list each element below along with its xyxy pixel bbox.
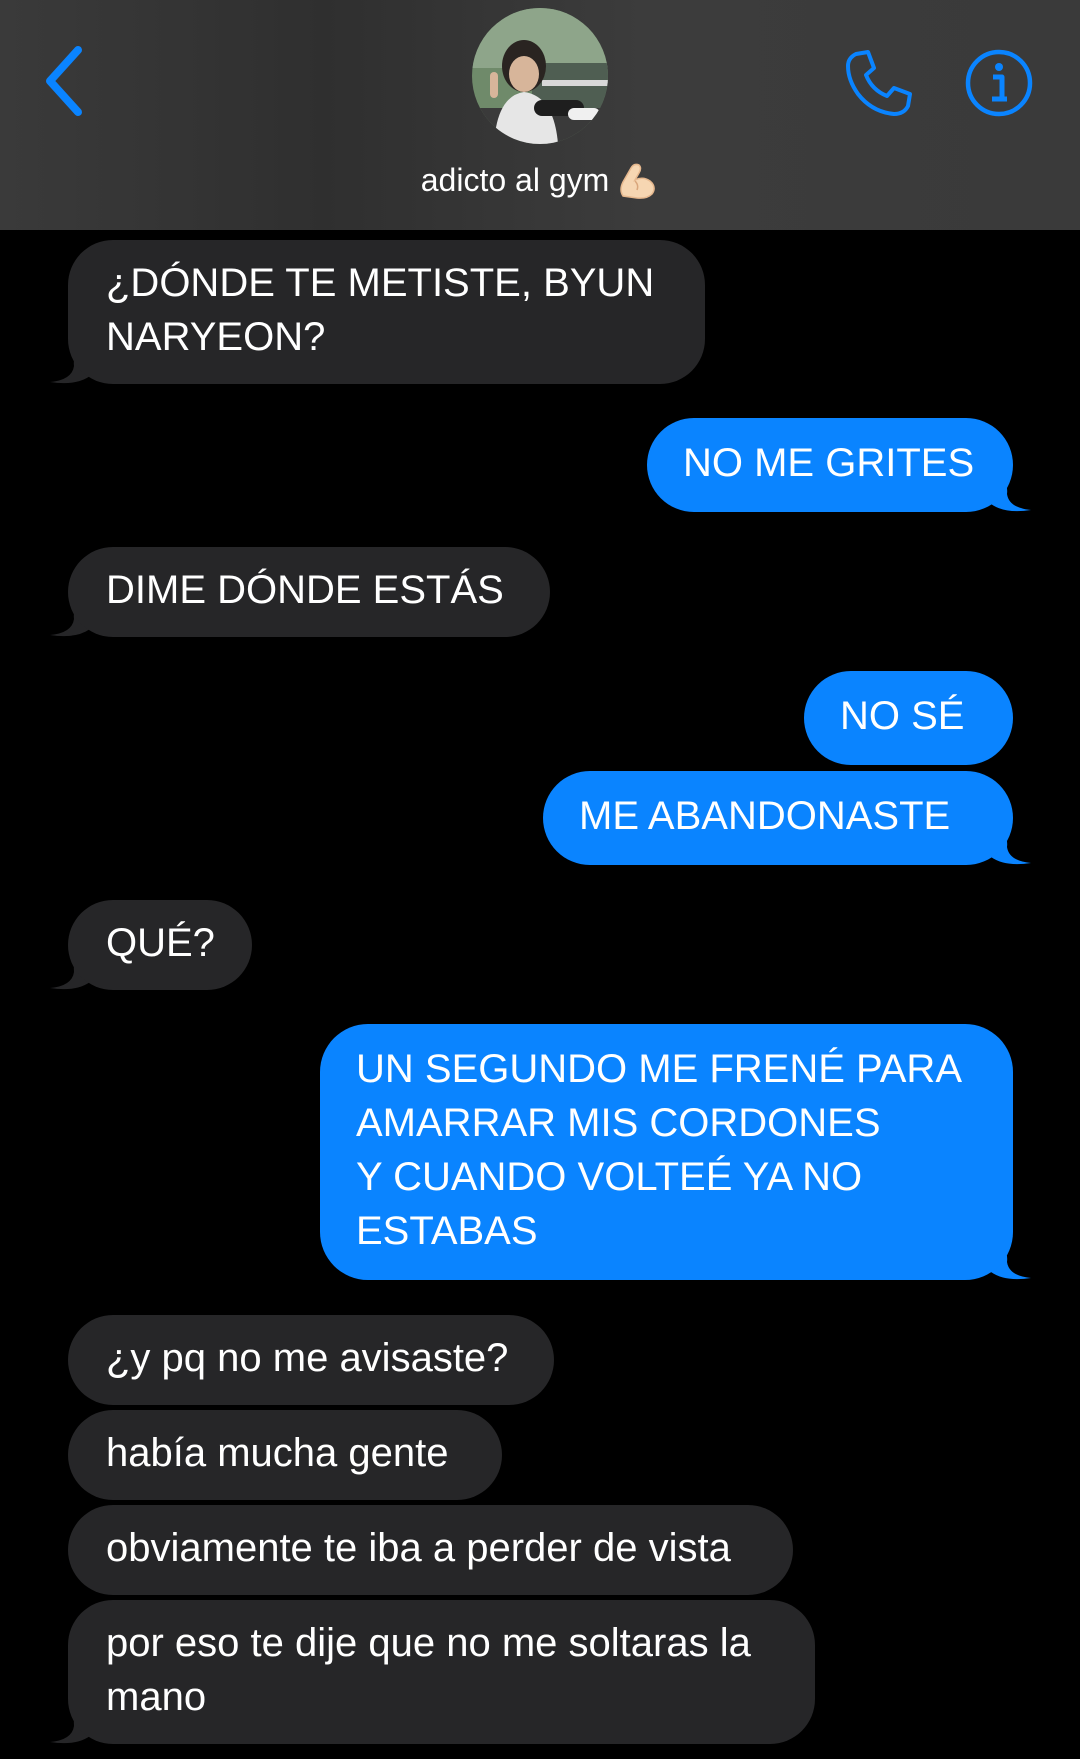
received-message-bubble[interactable]: por eso te dije que no me soltaras la man… bbox=[68, 1600, 815, 1744]
message-text-line: NARYEON? bbox=[106, 315, 326, 359]
message-text-line: AMARRAR MIS CORDONES bbox=[356, 1101, 881, 1145]
info-icon bbox=[965, 49, 1033, 117]
message-text-line: ¿y pq no me avisaste? bbox=[106, 1336, 509, 1380]
message-text-line: había mucha gente bbox=[106, 1431, 449, 1475]
received-message-bubble[interactable]: obviamente te iba a perder de vista bbox=[68, 1505, 793, 1595]
phone-icon bbox=[846, 50, 912, 116]
message-text-line: ME ABANDONASTE bbox=[579, 794, 951, 838]
contact-avatar[interactable] bbox=[472, 8, 608, 144]
message-text-line: NO SÉ bbox=[840, 694, 965, 738]
received-message-bubble[interactable]: ¿DÓNDE TE METISTE, BYUN NARYEON? bbox=[68, 240, 705, 384]
chevron-left-icon bbox=[46, 46, 82, 116]
received-message-bubble[interactable]: DIME DÓNDE ESTÁS bbox=[68, 547, 550, 637]
message-text-line: Y CUANDO VOLTEÉ YA NO bbox=[356, 1155, 863, 1199]
message-text-line: por eso te dije que no me soltaras la bbox=[106, 1621, 751, 1665]
contact-name-row[interactable]: adicto al gym bbox=[0, 160, 1080, 200]
conversation-header: adicto al gym bbox=[0, 0, 1080, 230]
received-message-bubble[interactable]: QUÉ? bbox=[68, 900, 252, 990]
sent-message-bubble[interactable]: UN SEGUNDO ME FRENÉ PARA AMARRAR MIS CORD… bbox=[320, 1024, 1013, 1280]
call-button[interactable] bbox=[842, 48, 914, 120]
message-text-line: mano bbox=[106, 1675, 207, 1719]
flexed-biceps-icon bbox=[620, 163, 656, 199]
sent-message-bubble[interactable]: ME ABANDONASTE bbox=[543, 771, 1013, 865]
received-message-bubble[interactable]: ¿y pq no me avisaste? bbox=[68, 1315, 554, 1405]
message-text-line: QUÉ? bbox=[106, 921, 215, 965]
sent-message-bubble[interactable]: NO SÉ bbox=[804, 671, 1013, 765]
sent-message-bubble[interactable]: NO ME GRITES bbox=[647, 418, 1013, 512]
contact-name: adicto al gym bbox=[420, 161, 610, 198]
avatar-photo bbox=[472, 8, 608, 144]
message-text-line: ESTABAS bbox=[356, 1209, 538, 1253]
received-message-bubble[interactable]: había mucha gente bbox=[68, 1410, 502, 1500]
message-text-line: obviamente te iba a perder de vista bbox=[106, 1526, 731, 1570]
message-text-line: UN SEGUNDO ME FRENÉ PARA bbox=[356, 1047, 962, 1091]
info-button[interactable] bbox=[964, 48, 1034, 118]
back-button[interactable] bbox=[40, 44, 90, 118]
message-text-line: NO ME GRITES bbox=[683, 441, 975, 485]
message-text-line: ¿DÓNDE TE METISTE, BYUN bbox=[106, 261, 655, 305]
message-text-line: DIME DÓNDE ESTÁS bbox=[106, 568, 504, 612]
